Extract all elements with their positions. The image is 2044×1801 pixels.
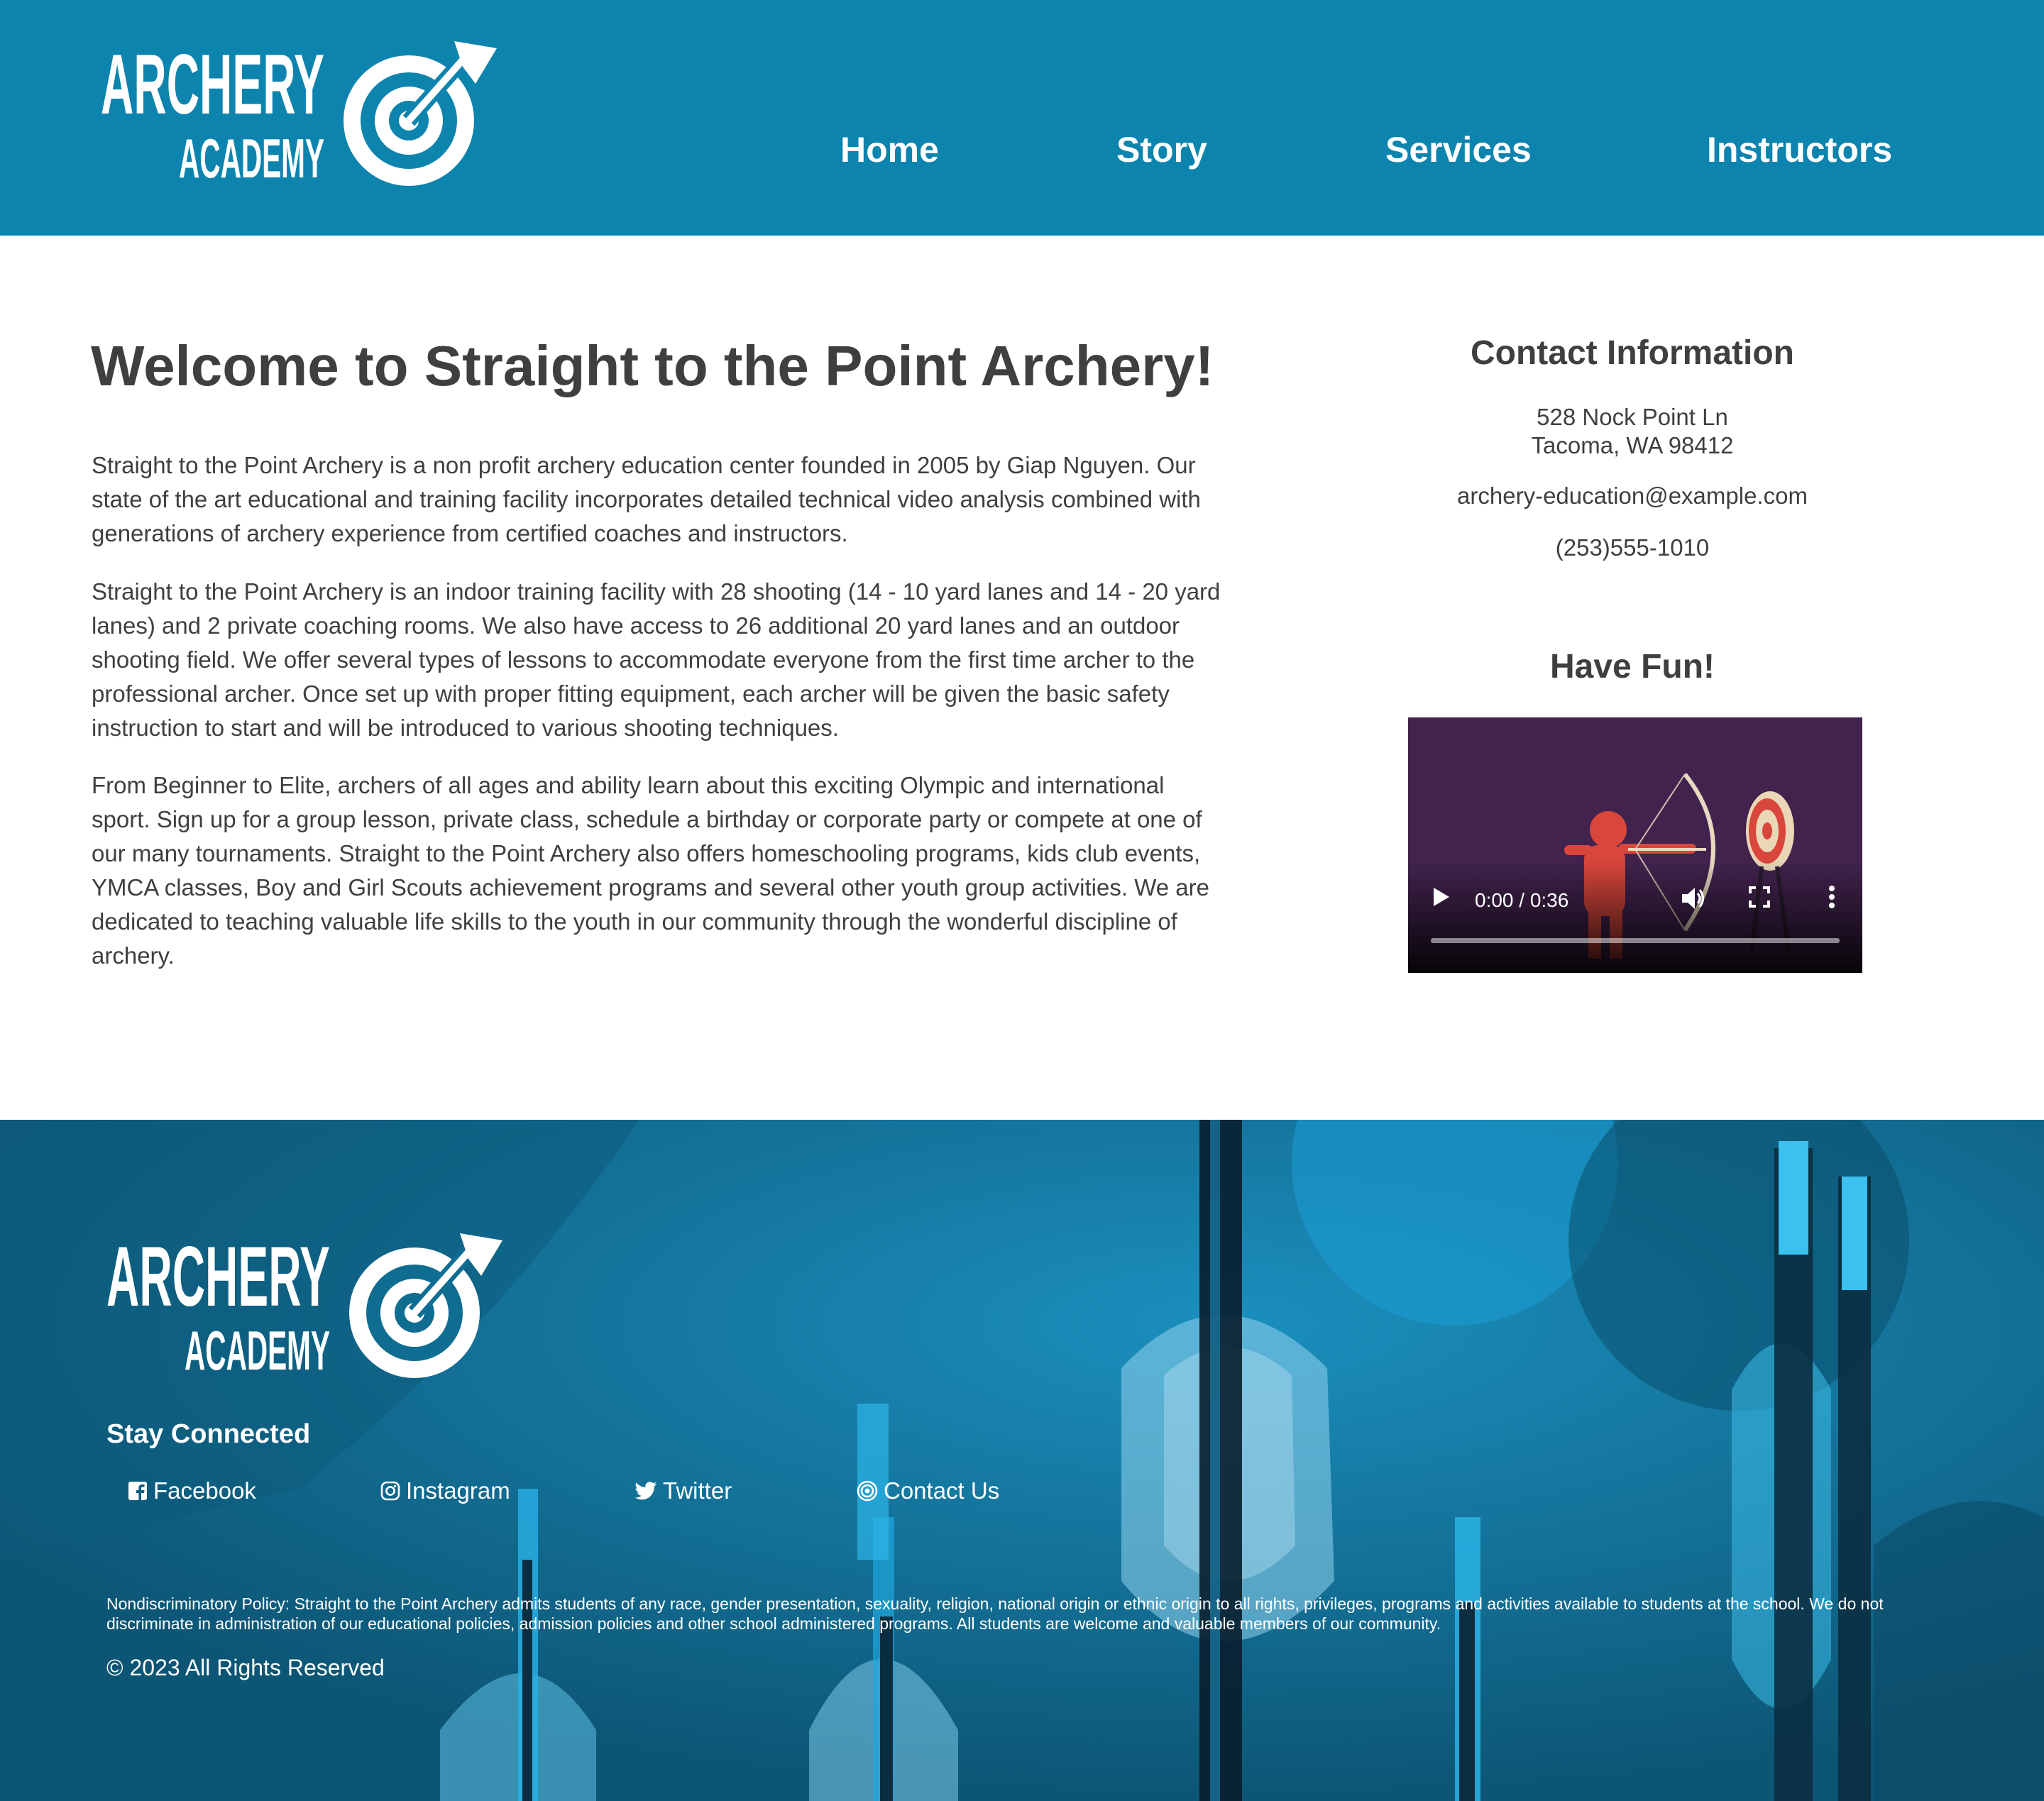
contact-title: Contact Information: [1471, 334, 1794, 372]
video-progress-track[interactable]: [1431, 938, 1840, 943]
site-header: ARCHERY ACADEMY Home Story Services Inst…: [0, 0, 2044, 236]
video-time: 0:00 / 0:36: [1475, 889, 1569, 911]
programs-paragraph: From Beginner to Elite, archers of all a…: [92, 772, 1209, 969]
address: 528 Nock Point Ln Tacoma, WA 98412: [1391, 403, 1874, 460]
video-player[interactable]: 0:00 / 0:36: [1408, 717, 1862, 973]
instagram-label: Instagram: [406, 1477, 510, 1504]
contact-us-label: Contact Us: [884, 1477, 1000, 1504]
contact-email[interactable]: archery-education@example.com: [1391, 483, 1874, 510]
fullscreen-icon[interactable]: [1749, 886, 1770, 908]
instagram-icon: [380, 1481, 400, 1501]
logo-line1: ARCHERY: [101, 37, 324, 132]
site-footer: ARCHERY ACADEMY Stay Connected Facebook …: [0, 1120, 2044, 1801]
contact-phone[interactable]: (253)555-1010: [1391, 534, 1874, 561]
facility-paragraph: Straight to the Point Archery is an indo…: [92, 578, 1221, 741]
facebook-label: Facebook: [153, 1477, 256, 1504]
volume-icon[interactable]: [1681, 886, 1706, 910]
address-line1: 528 Nock Point Ln: [1537, 404, 1728, 430]
footer-target-arrow-icon: [349, 1233, 502, 1378]
play-icon[interactable]: [1434, 888, 1449, 906]
facebook-link[interactable]: Facebook: [128, 1477, 256, 1504]
facebook-icon: [128, 1482, 147, 1501]
stay-connected-title: Stay Connected: [106, 1419, 311, 1449]
footer-logo-line2: ACADEMY: [185, 1319, 330, 1382]
copyright: © 2023 All Rights Reserved: [106, 1655, 385, 1680]
nav-home-link[interactable]: Home: [840, 129, 939, 170]
more-options-icon[interactable]: [1828, 885, 1835, 909]
footer-logo-line1: ARCHERY: [106, 1229, 330, 1324]
nondiscrimination-policy: Nondiscriminatory Policy: Straight to th…: [106, 1595, 1884, 1633]
contact-us-link[interactable]: Contact Us: [857, 1477, 999, 1504]
arrows-background-image: [0, 1120, 2044, 1801]
twitter-link[interactable]: Twitter: [634, 1477, 732, 1504]
video-controls-gradient: [1408, 859, 1862, 973]
twitter-label: Twitter: [663, 1477, 732, 1504]
footer-archery-academy-logo[interactable]: ARCHERY ACADEMY: [105, 1226, 502, 1389]
address-line2: Tacoma, WA 98412: [1531, 432, 1734, 458]
nav-services-link[interactable]: Services: [1385, 129, 1532, 170]
nav-story-link[interactable]: Story: [1116, 129, 1207, 170]
main-nav: Home Story Services Instructors: [0, 129, 2044, 186]
have-fun-title: Have Fun!: [1549, 648, 1715, 685]
nav-instructors-link[interactable]: Instructors: [1707, 129, 1892, 170]
instagram-link[interactable]: Instagram: [380, 1477, 510, 1504]
page-title: Welcome to Straight to the Point Archery…: [91, 334, 1214, 397]
intro-paragraph: Straight to the Point Archery is a non p…: [92, 452, 1201, 546]
twitter-icon: [634, 1482, 656, 1500]
target-icon: [857, 1480, 878, 1502]
